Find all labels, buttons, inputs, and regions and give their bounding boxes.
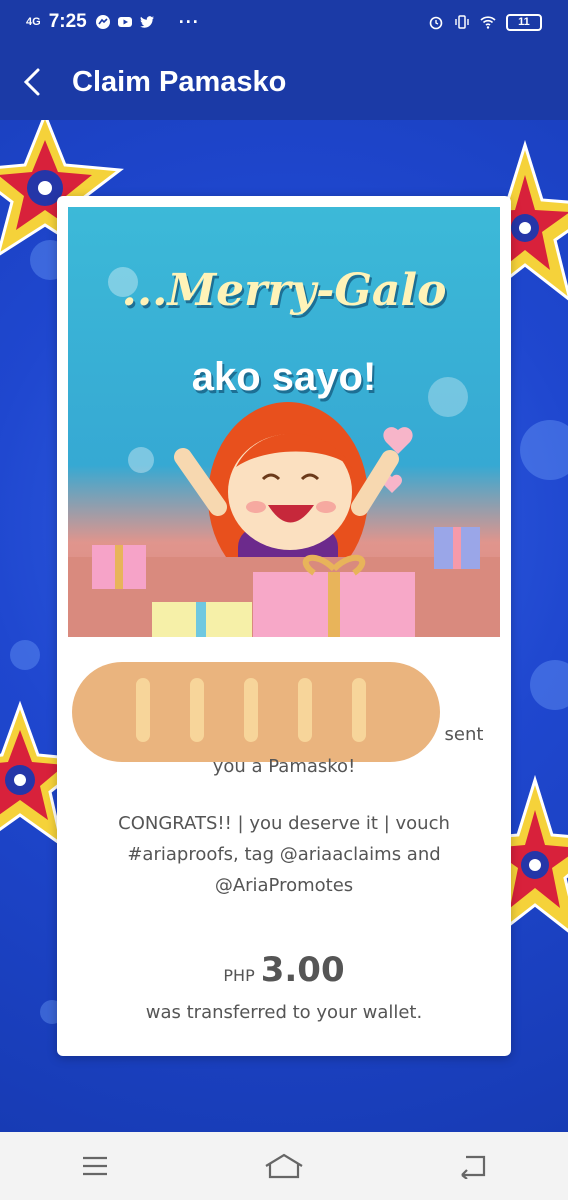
status-bar: 4G 7:25 ··· 11	[0, 0, 568, 44]
amount-value: 3.00	[260, 950, 345, 990]
promo-image: ...Merry-Galo ako sayo!	[68, 207, 500, 637]
menu-icon	[82, 1156, 107, 1176]
alarm-icon	[429, 16, 443, 30]
app-header: Claim Pamasko	[0, 44, 568, 120]
pamasko-message: CONGRATS!! | you deserve it | vouch #ari…	[118, 813, 450, 896]
network-indicator: 4G	[26, 16, 41, 28]
youtube-icon	[117, 17, 132, 27]
vibrate-icon	[455, 15, 469, 29]
home-button[interactable]	[254, 1136, 314, 1196]
pamasko-card: ...Merry-Galo ako sayo!	[57, 196, 511, 1056]
wifi-icon	[480, 16, 496, 29]
sender-line: sent	[0, 724, 568, 745]
sender-line-2: you a Pamasko!	[212, 756, 356, 777]
chevron-left-icon	[23, 68, 40, 96]
happy-girl-illustration	[68, 402, 500, 637]
back-button[interactable]	[0, 44, 64, 120]
system-nav-bar	[0, 1132, 568, 1200]
transfer-note: was transferred to your wallet.	[145, 1002, 423, 1023]
battery-icon: 11	[506, 13, 542, 31]
page-title: Claim Pamasko	[72, 65, 287, 98]
twitter-icon	[139, 16, 154, 28]
amount-row: PHP 3.00	[0, 950, 568, 990]
more-notifications-icon: ···	[178, 11, 200, 32]
redacted-sender-name	[72, 662, 440, 762]
messenger-icon	[95, 15, 110, 29]
menu-button[interactable]	[65, 1136, 125, 1196]
sender-suffix: sent	[444, 724, 484, 745]
back-nav-button[interactable]	[443, 1136, 503, 1196]
currency-label: PHP	[223, 966, 255, 985]
home-icon	[265, 1153, 303, 1179]
status-time: 7:25	[48, 11, 87, 32]
back-arrow-icon	[461, 1155, 486, 1179]
